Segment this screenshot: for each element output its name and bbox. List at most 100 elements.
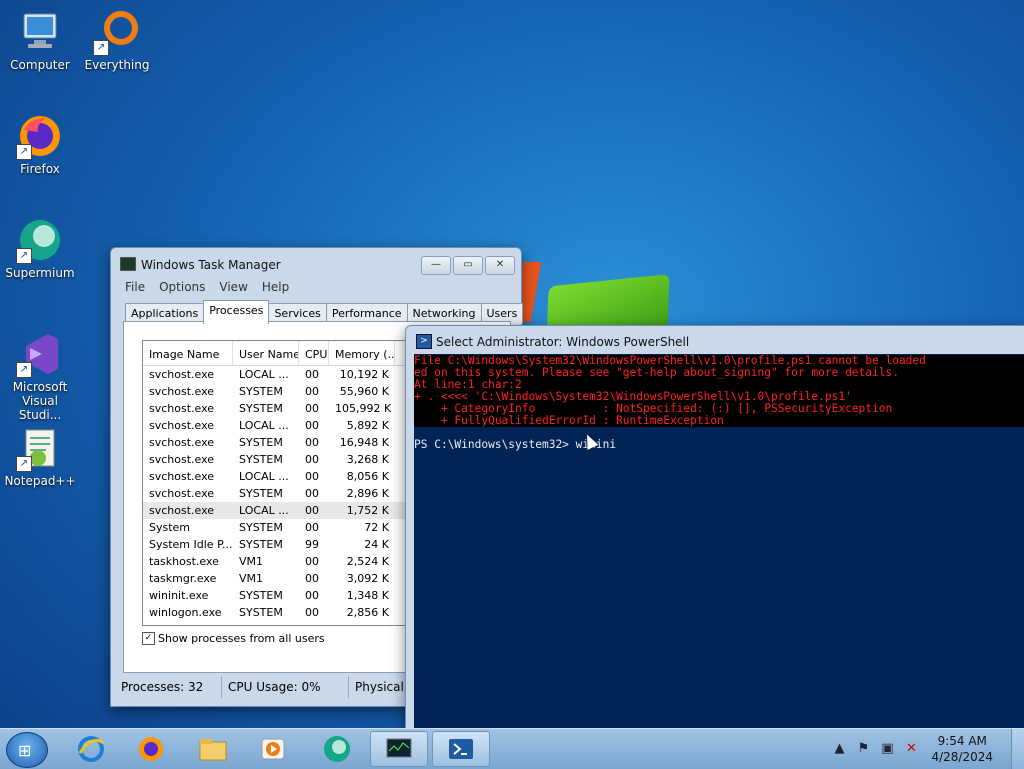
taskbar-ie-button[interactable] — [62, 731, 120, 767]
cell-user-name: LOCAL ... — [239, 419, 289, 432]
cell-cpu: 00 — [305, 521, 319, 534]
minimize-button[interactable]: — — [421, 256, 451, 275]
desktop-icon-visual-studio[interactable]: ↗ Microsoft Visual Studi... — [0, 330, 80, 422]
status-processes: Processes: 32 — [115, 676, 222, 698]
notepadpp-icon: ↗ — [16, 424, 64, 472]
system-tray: ▲ ⚑ ▣ ✕ 9:54 AM 4/28/2024 — [827, 729, 1024, 769]
supermium-icon: ↗ — [16, 216, 64, 264]
cell-user-name: VM1 — [239, 555, 264, 568]
cell-user-name: SYSTEM — [239, 385, 283, 398]
desktop-icon-label: Computer — [10, 58, 70, 72]
cell-memory: 3,092 K — [346, 572, 389, 585]
cell-image-name: System — [149, 521, 191, 534]
column-cpu[interactable]: CPU — [299, 341, 329, 365]
cell-image-name: svchost.exe — [149, 385, 215, 398]
cell-image-name: wininit.exe — [149, 589, 209, 602]
taskbar: ⊞ ▲ ⚑ ▣ ✕ 9:54 AM 4/28/2024 — [0, 728, 1024, 769]
prompt-line[interactable]: PS C:\Windows\system32> winini — [414, 439, 1024, 451]
powershell-window[interactable]: > Select Administrator: Windows PowerShe… — [405, 325, 1024, 730]
column-memory[interactable]: Memory (... — [329, 341, 395, 365]
shortcut-arrow-icon: ↗ — [16, 144, 32, 160]
menu-options[interactable]: Options — [159, 278, 205, 298]
powershell-titlebar[interactable]: > Select Administrator: Windows PowerShe… — [406, 326, 1024, 354]
cell-memory: 55,960 K — [339, 385, 389, 398]
firefox-icon: ↗ — [16, 112, 64, 160]
cell-memory: 1,348 K — [346, 589, 389, 602]
desktop-icon-label: Microsoft Visual Studi... — [12, 380, 68, 422]
cell-user-name: SYSTEM — [239, 487, 283, 500]
cell-memory: 2,856 K — [346, 606, 389, 619]
explorer-icon — [199, 739, 227, 761]
cell-image-name: svchost.exe — [149, 487, 215, 500]
error-line: + FullyQualifiedErrorId : RuntimeExcepti… — [414, 415, 1024, 427]
cell-memory: 3,268 K — [346, 453, 389, 466]
show-desktop-button[interactable] — [1011, 729, 1024, 769]
windows-logo-icon: ⊞ — [18, 741, 32, 760]
cell-image-name: svchost.exe — [149, 368, 215, 381]
cell-cpu: 00 — [305, 504, 319, 517]
desktop-icon-firefox[interactable]: ↗ Firefox — [0, 112, 80, 176]
column-user-name[interactable]: User Name — [233, 341, 299, 365]
volume-muted-icon[interactable]: ✕ — [903, 741, 919, 757]
cell-image-name: taskhost.exe — [149, 555, 219, 568]
cell-user-name: SYSTEM — [239, 606, 283, 619]
task-manager-app-icon — [120, 257, 136, 271]
network-icon[interactable]: ▣ — [879, 741, 895, 757]
clock-time: 9:54 AM — [937, 734, 987, 748]
shortcut-arrow-icon: ↗ — [16, 456, 32, 472]
close-button[interactable]: ✕ — [485, 256, 515, 275]
desktop-icon-everything[interactable]: ↗ Everything — [77, 8, 157, 72]
cell-image-name: svchost.exe — [149, 436, 215, 449]
cell-cpu: 00 — [305, 555, 319, 568]
cell-image-name: svchost.exe — [149, 470, 215, 483]
menu-view[interactable]: View — [219, 278, 247, 298]
clock[interactable]: 9:54 AM 4/28/2024 — [931, 733, 993, 765]
cell-user-name: LOCAL ... — [239, 470, 289, 483]
taskbar-firefox-button[interactable] — [122, 731, 180, 767]
taskbar-explorer-button[interactable] — [184, 731, 242, 767]
action-center-flag-icon[interactable]: ⚑ — [855, 741, 871, 757]
supermium-icon — [324, 736, 350, 762]
desktop-icon-label: Notepad++ — [4, 474, 76, 488]
taskbar-media-player-button[interactable] — [244, 731, 302, 767]
cell-image-name: svchost.exe — [149, 402, 215, 415]
desktop-icon-notepadpp[interactable]: ↗ Notepad++ — [0, 424, 80, 488]
cell-cpu: 00 — [305, 436, 319, 449]
cell-memory: 2,524 K — [346, 555, 389, 568]
cell-memory: 1,752 K — [346, 504, 389, 517]
cell-image-name: taskmgr.exe — [149, 572, 217, 585]
cell-memory: 16,948 K — [339, 436, 389, 449]
shortcut-arrow-icon: ↗ — [93, 40, 109, 56]
visual-studio-icon: ↗ — [16, 330, 64, 378]
powershell-console[interactable]: File C:\Windows\System32\WindowsPowerShe… — [414, 354, 1024, 729]
cell-memory: 8,056 K — [346, 470, 389, 483]
maximize-button[interactable]: ▭ — [453, 256, 483, 275]
everything-icon: ↗ — [93, 8, 141, 56]
start-button[interactable]: ⊞ — [6, 732, 48, 768]
cell-user-name: SYSTEM — [239, 402, 283, 415]
show-all-users-checkbox[interactable]: ✓ — [142, 632, 155, 645]
cell-cpu: 00 — [305, 453, 319, 466]
taskbar-taskmgr-button[interactable] — [370, 731, 428, 767]
cell-user-name: SYSTEM — [239, 521, 283, 534]
desktop-icon-label: Firefox — [20, 162, 60, 176]
task-manager-titlebar[interactable]: Windows Task Manager — ▭ ✕ — [111, 248, 521, 278]
powershell-app-icon: > — [416, 334, 432, 349]
cell-image-name: System Idle P... — [149, 538, 233, 551]
media-player-icon — [261, 738, 285, 760]
desktop-icon-computer[interactable]: Computer — [0, 8, 80, 72]
status-physical-memory: Physical — [355, 680, 404, 694]
show-all-users-option[interactable]: ✓ Show processes from all users — [142, 632, 325, 645]
cell-cpu: 00 — [305, 402, 319, 415]
desktop-icon-label: Supermium — [5, 266, 75, 280]
taskbar-powershell-button[interactable] — [432, 731, 490, 767]
column-image-name[interactable]: Image Name — [143, 341, 233, 365]
show-hidden-icons-icon[interactable]: ▲ — [831, 741, 847, 757]
menu-file[interactable]: File — [125, 278, 145, 298]
taskbar-supermium-button[interactable] — [308, 731, 366, 767]
cell-cpu: 99 — [305, 538, 319, 551]
cell-cpu: 00 — [305, 419, 319, 432]
tab-processes[interactable]: Processes — [203, 300, 270, 324]
desktop-icon-supermium[interactable]: ↗ Supermium — [0, 216, 80, 280]
menu-help[interactable]: Help — [262, 278, 289, 298]
